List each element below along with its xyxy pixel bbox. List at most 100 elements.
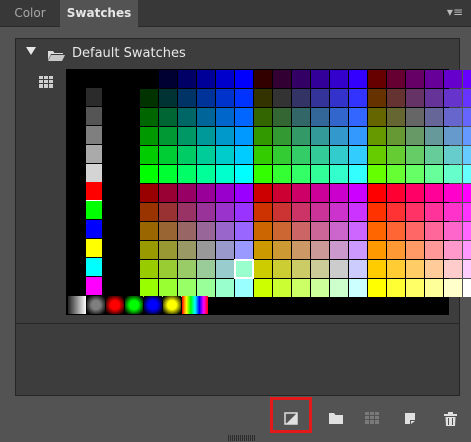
swatch[interactable] bbox=[254, 70, 272, 88]
swatch-gradient[interactable] bbox=[125, 296, 143, 314]
swatch[interactable] bbox=[140, 89, 158, 107]
swatch[interactable] bbox=[178, 241, 196, 259]
swatch[interactable] bbox=[140, 184, 158, 202]
swatch[interactable] bbox=[178, 260, 196, 278]
swatch[interactable] bbox=[178, 108, 196, 126]
swatch[interactable] bbox=[387, 203, 405, 221]
swatch[interactable] bbox=[197, 89, 215, 107]
swatch[interactable] bbox=[197, 222, 215, 240]
swatch-gradient[interactable] bbox=[163, 296, 181, 314]
swatch[interactable] bbox=[216, 184, 234, 202]
swatch[interactable] bbox=[273, 279, 291, 297]
swatch-primary[interactable] bbox=[86, 182, 102, 200]
swatch[interactable] bbox=[292, 203, 310, 221]
swatch[interactable] bbox=[349, 203, 367, 221]
swatch-gray[interactable] bbox=[86, 145, 102, 163]
swatch[interactable] bbox=[368, 184, 386, 202]
swatch[interactable] bbox=[178, 127, 196, 145]
swatch[interactable] bbox=[349, 222, 367, 240]
swatch[interactable] bbox=[273, 165, 291, 183]
swatch-gradient[interactable] bbox=[106, 296, 124, 314]
swatch[interactable] bbox=[197, 165, 215, 183]
swatch[interactable] bbox=[406, 241, 424, 259]
swatch[interactable] bbox=[254, 146, 272, 164]
swatch[interactable] bbox=[330, 165, 348, 183]
swatch[interactable] bbox=[178, 89, 196, 107]
swatch[interactable] bbox=[349, 70, 367, 88]
swatch[interactable] bbox=[178, 222, 196, 240]
swatch[interactable] bbox=[425, 222, 443, 240]
swatch[interactable] bbox=[140, 260, 158, 278]
swatch[interactable] bbox=[216, 127, 234, 145]
tab-color[interactable]: Color bbox=[0, 0, 60, 26]
swatch-gray[interactable] bbox=[86, 88, 102, 106]
swatch[interactable] bbox=[197, 203, 215, 221]
swatch[interactable] bbox=[292, 165, 310, 183]
swatch[interactable] bbox=[444, 184, 462, 202]
swatch[interactable] bbox=[273, 203, 291, 221]
swatch[interactable] bbox=[311, 203, 329, 221]
swatch[interactable] bbox=[159, 260, 177, 278]
swatch[interactable] bbox=[425, 146, 443, 164]
swatch[interactable] bbox=[140, 146, 158, 164]
swatch[interactable] bbox=[197, 146, 215, 164]
swatch[interactable] bbox=[292, 89, 310, 107]
swatch[interactable] bbox=[349, 89, 367, 107]
swatch[interactable] bbox=[311, 70, 329, 88]
swatch[interactable] bbox=[368, 146, 386, 164]
swatch[interactable] bbox=[330, 203, 348, 221]
swatch-gray[interactable] bbox=[86, 164, 102, 182]
swatch[interactable] bbox=[197, 260, 215, 278]
swatch[interactable] bbox=[425, 260, 443, 278]
swatch[interactable] bbox=[406, 165, 424, 183]
swatch[interactable] bbox=[197, 279, 215, 297]
swatch[interactable] bbox=[330, 108, 348, 126]
swatch[interactable] bbox=[406, 108, 424, 126]
swatch[interactable] bbox=[178, 203, 196, 221]
swatch[interactable] bbox=[311, 108, 329, 126]
swatch[interactable] bbox=[140, 70, 158, 88]
swatch[interactable] bbox=[311, 89, 329, 107]
swatch[interactable] bbox=[292, 184, 310, 202]
swatch[interactable] bbox=[273, 70, 291, 88]
swatch-primary[interactable] bbox=[86, 258, 102, 276]
swatch[interactable] bbox=[140, 241, 158, 259]
swatch[interactable] bbox=[368, 222, 386, 240]
swatch[interactable] bbox=[216, 203, 234, 221]
swatch[interactable] bbox=[178, 184, 196, 202]
swatch[interactable] bbox=[235, 127, 253, 145]
tab-swatches[interactable]: Swatches bbox=[60, 0, 138, 27]
swatch[interactable] bbox=[387, 127, 405, 145]
swatch[interactable] bbox=[273, 108, 291, 126]
swatch[interactable] bbox=[235, 165, 253, 183]
swatch[interactable] bbox=[216, 222, 234, 240]
swatch[interactable] bbox=[159, 127, 177, 145]
swatch[interactable] bbox=[425, 203, 443, 221]
swatch[interactable] bbox=[330, 89, 348, 107]
swatch[interactable] bbox=[273, 127, 291, 145]
swatch[interactable] bbox=[387, 165, 405, 183]
swatch[interactable] bbox=[159, 203, 177, 221]
swatch[interactable] bbox=[235, 108, 253, 126]
swatch[interactable] bbox=[368, 89, 386, 107]
swatch[interactable] bbox=[387, 146, 405, 164]
swatch[interactable] bbox=[368, 127, 386, 145]
swatch[interactable] bbox=[140, 127, 158, 145]
swatch[interactable] bbox=[216, 279, 234, 297]
swatch[interactable] bbox=[178, 70, 196, 88]
swatch[interactable] bbox=[178, 165, 196, 183]
swatch[interactable] bbox=[292, 70, 310, 88]
swatch[interactable] bbox=[444, 146, 462, 164]
swatch[interactable] bbox=[368, 279, 386, 297]
swatch[interactable] bbox=[216, 70, 234, 88]
swatch[interactable] bbox=[463, 279, 471, 297]
swatch-primary[interactable] bbox=[86, 277, 102, 295]
swatch[interactable] bbox=[254, 165, 272, 183]
swatch[interactable] bbox=[140, 203, 158, 221]
swatch[interactable] bbox=[216, 108, 234, 126]
delete-button[interactable] bbox=[434, 404, 470, 434]
swatch[interactable] bbox=[387, 70, 405, 88]
swatch[interactable] bbox=[444, 165, 462, 183]
swatch[interactable] bbox=[444, 108, 462, 126]
swatch[interactable] bbox=[235, 146, 253, 164]
